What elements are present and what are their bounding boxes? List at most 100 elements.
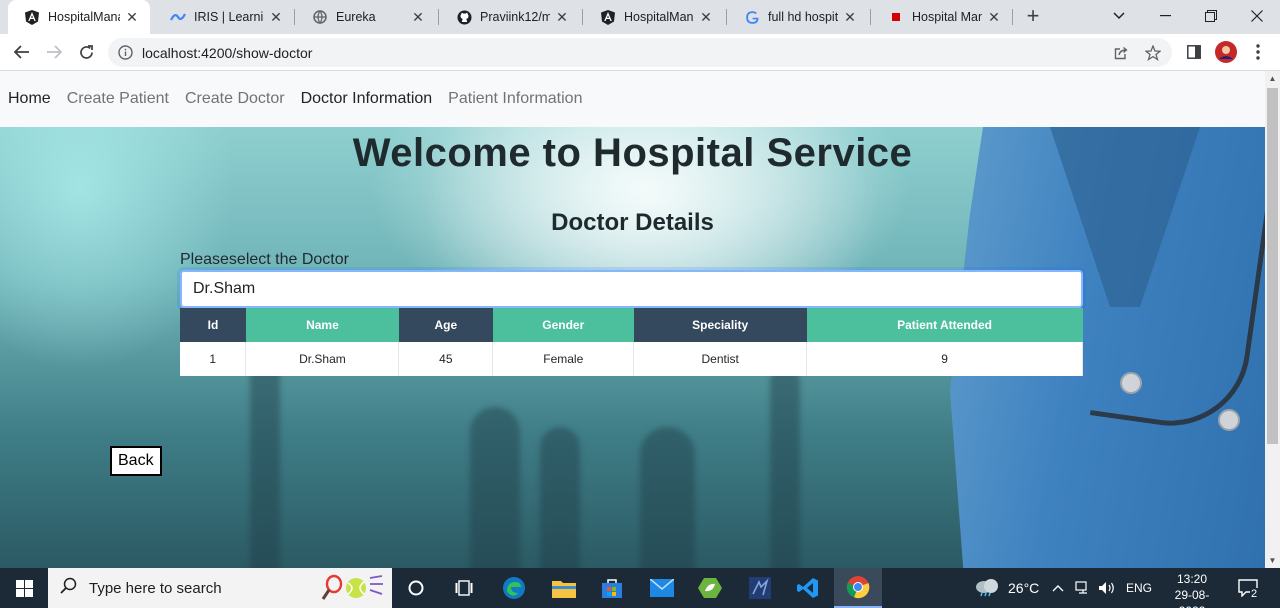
select-doctor-label: Pleaseselect the Doctor [180, 251, 349, 268]
tab-github[interactable]: Praviink12/mile ✕ [440, 0, 580, 34]
page-scrollbar[interactable]: ▲ ▼ [1265, 71, 1280, 568]
header-name: Name [245, 308, 399, 342]
nav-home[interactable]: Home [8, 90, 51, 108]
cell-speciality: Dentist [633, 342, 808, 376]
tab-separator [870, 9, 871, 25]
iris-icon [170, 9, 186, 25]
close-tab-icon[interactable]: ✕ [554, 9, 570, 26]
bookmark-star-icon[interactable] [1144, 44, 1162, 62]
vscode-icon[interactable] [784, 568, 832, 608]
microsoft-store-icon[interactable] [588, 568, 636, 608]
intellij-idea-icon[interactable] [736, 568, 784, 608]
doctor-select[interactable]: Dr.Sham [180, 270, 1083, 308]
header-speciality: Speciality [633, 308, 807, 342]
tab-separator [582, 9, 583, 25]
stethoscope-earpiece [1120, 372, 1142, 394]
edge-browser-icon[interactable] [490, 568, 538, 608]
header-id: Id [180, 308, 246, 342]
cell-patient-attended: 9 [806, 342, 1083, 376]
close-tab-icon[interactable]: ✕ [842, 9, 858, 26]
section-title: Doctor Details [551, 209, 714, 236]
clock-date: 29-08-2022 [1174, 588, 1210, 608]
background-person [540, 427, 580, 568]
nav-create-patient[interactable]: Create Patient [67, 90, 169, 108]
tab-iris-learning[interactable]: IRIS | Learning ✕ [154, 0, 294, 34]
stethoscope-earpiece [1218, 409, 1240, 431]
globe-icon [312, 9, 328, 25]
header-age: Age [398, 308, 493, 342]
restore-icon[interactable] [1188, 0, 1234, 32]
profile-avatar[interactable] [1212, 38, 1240, 66]
back-arrow-icon[interactable] [8, 38, 36, 66]
doctor-details-table: Id Name Age Gender Speciality Patient At… [180, 308, 1083, 376]
background-pillar [770, 367, 800, 568]
tab-hospital-mana[interactable]: Hospital Mana ✕ [872, 0, 1012, 34]
tab-search-chevron-icon[interactable] [1096, 0, 1142, 32]
close-tab-icon[interactable]: ✕ [268, 9, 284, 26]
tab-eureka[interactable]: Eureka ✕ [296, 0, 436, 34]
close-tab-icon[interactable]: ✕ [698, 9, 714, 26]
tab-separator [294, 9, 295, 25]
chrome-icon[interactable] [834, 568, 882, 608]
notification-center-icon[interactable]: 2 [1238, 568, 1259, 608]
search-highlight-tennis-icon [320, 574, 384, 607]
weather-widget[interactable]: 26°C [974, 568, 1039, 608]
tab-hospital-management-active[interactable]: HospitalManag ✕ [8, 0, 150, 34]
app-navbar: Home Create Patient Create Doctor Doctor… [0, 71, 1265, 127]
clock-time: 13:20 [1176, 572, 1208, 586]
page-viewport: Home Create Patient Create Doctor Doctor… [0, 71, 1280, 568]
windows-start-icon[interactable] [0, 568, 48, 608]
cortana-circle-icon[interactable] [392, 568, 440, 608]
file-explorer-icon[interactable] [540, 568, 588, 608]
kebab-menu-icon[interactable] [1244, 38, 1272, 66]
spring-tool-suite-icon[interactable] [686, 568, 734, 608]
table-header-row: Id Name Age Gender Speciality Patient At… [180, 308, 1083, 342]
taskbar-search-box[interactable]: Type here to search [48, 568, 392, 608]
weather-cloud-icon [974, 577, 1000, 600]
header-patient-attended: Patient Attended [806, 308, 1083, 342]
weather-temperature: 26°C [1008, 580, 1040, 596]
forward-arrow-icon[interactable] [40, 38, 68, 66]
side-panel-icon[interactable] [1180, 38, 1208, 66]
scroll-down-arrow-icon[interactable]: ▼ [1265, 553, 1280, 568]
taskbar-clock[interactable]: 13:20 29-08-2022 [1162, 571, 1222, 608]
back-button[interactable]: Back [110, 446, 162, 476]
tray-show-hidden-icon[interactable] [1052, 568, 1064, 608]
close-tab-icon[interactable]: ✕ [986, 9, 1002, 26]
windows-taskbar: Type here to search 26°C ENG 13:20 29-08… [0, 568, 1280, 608]
google-icon [744, 9, 760, 25]
minimize-icon[interactable] [1142, 0, 1188, 32]
browser-tab-strip: HospitalManag ✕ IRIS | Learning ✕ Eureka… [0, 0, 1280, 34]
new-tab-plus-icon[interactable]: + [1022, 5, 1044, 28]
scroll-up-arrow-icon[interactable]: ▲ [1265, 71, 1280, 86]
tab-hospital-management[interactable]: HospitalManag ✕ [584, 0, 724, 34]
tab-google-search[interactable]: full hd hospital ✕ [728, 0, 868, 34]
address-bar[interactable]: localhost:4200/show-doctor [108, 38, 1172, 67]
close-window-icon[interactable] [1234, 0, 1280, 32]
notification-count-badge: 2 [1250, 588, 1259, 600]
close-tab-icon[interactable]: ✕ [124, 9, 140, 26]
volume-icon[interactable] [1098, 568, 1116, 608]
background-person [470, 407, 520, 568]
search-placeholder: Type here to search [89, 579, 222, 597]
angular-icon [600, 9, 616, 25]
network-icon[interactable] [1075, 568, 1091, 608]
mail-icon[interactable] [638, 568, 686, 608]
scrollbar-thumb[interactable] [1267, 88, 1278, 444]
nav-patient-information[interactable]: Patient Information [448, 90, 582, 108]
cell-age: 45 [398, 342, 494, 376]
share-icon[interactable] [1112, 44, 1130, 62]
github-icon [456, 9, 472, 25]
reload-icon[interactable] [72, 38, 100, 66]
close-tab-icon[interactable]: ✕ [410, 9, 426, 26]
site-info-icon[interactable] [118, 45, 133, 65]
page-title: Welcome to Hospital Service [352, 131, 913, 175]
cell-gender: Female [492, 342, 635, 376]
browser-toolbar: localhost:4200/show-doctor [0, 34, 1280, 71]
search-icon [60, 577, 77, 599]
nav-create-doctor[interactable]: Create Doctor [185, 90, 285, 108]
task-view-icon[interactable] [440, 568, 488, 608]
language-indicator[interactable]: ENG [1126, 568, 1152, 608]
url-text[interactable]: localhost:4200/show-doctor [142, 45, 312, 61]
nav-doctor-information[interactable]: Doctor Information [301, 90, 433, 108]
